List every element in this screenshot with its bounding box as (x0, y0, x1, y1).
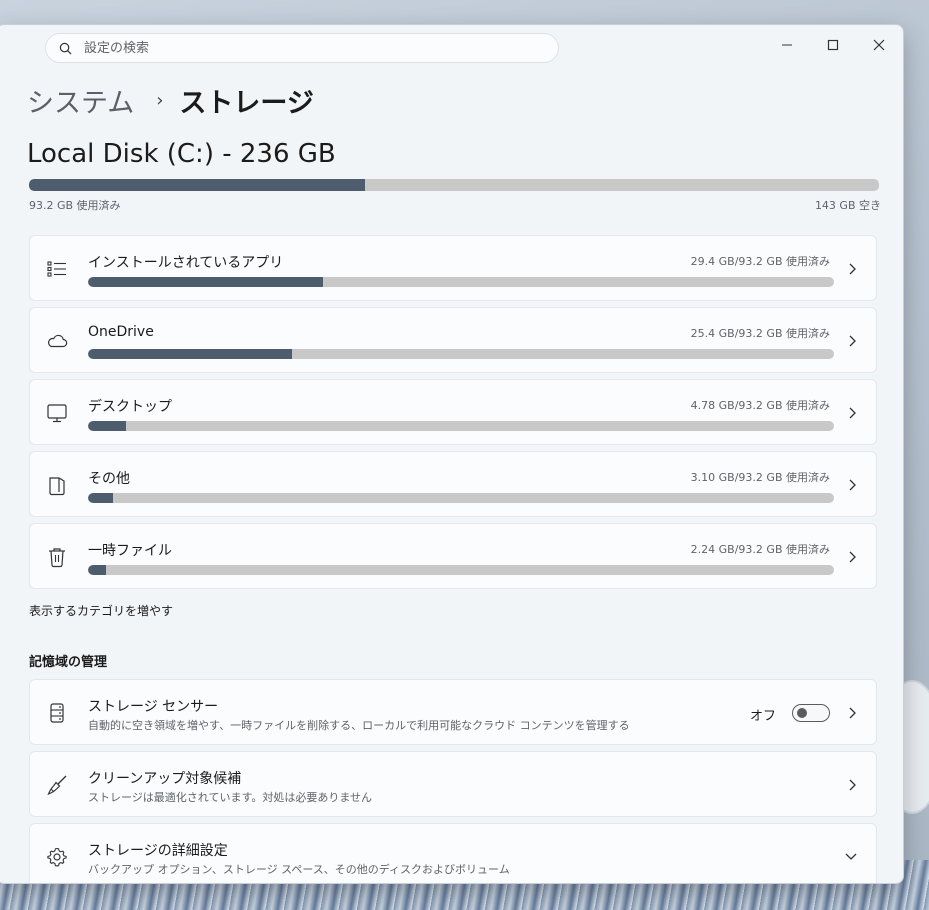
category-usage-bar-fill (88, 277, 323, 287)
search-box[interactable] (45, 33, 559, 63)
item-title: クリーンアップ対象候補 (88, 771, 242, 787)
advanced-storage-settings-item[interactable]: ストレージの詳細設定 バックアップ オプション、ストレージ スペース、その他のデ… (29, 823, 877, 883)
category-installed-apps[interactable]: インストールされているアプリ 29.4 GB/93.2 GB 使用済み (29, 235, 877, 301)
category-usage-bar (88, 421, 834, 431)
category-amount: 25.4 GB/93.2 GB 使用済み (690, 327, 830, 340)
chevron-right-icon (849, 263, 856, 275)
category-usage-bar-fill (88, 565, 106, 575)
item-title: ストレージ センサー (88, 699, 219, 715)
chevron-right-icon (849, 779, 856, 791)
category-title: その他 (88, 471, 130, 487)
category-temp-files[interactable]: 一時ファイル 2.24 GB/93.2 GB 使用済み (29, 523, 877, 589)
chevron-down-icon (845, 853, 857, 860)
broom-icon (47, 775, 67, 796)
category-usage-bar (88, 277, 834, 287)
chevron-right-icon (849, 479, 856, 491)
chevron-right-icon (849, 335, 856, 347)
category-title: OneDrive (88, 324, 154, 340)
storage-sense-toggle[interactable] (792, 704, 830, 722)
category-usage-bar (88, 349, 834, 359)
section-title: 記憶域の管理 (29, 655, 108, 670)
category-amount: 29.4 GB/93.2 GB 使用済み (690, 255, 830, 268)
disk-free-label: 143 GB 空き (814, 199, 881, 212)
search-input[interactable] (82, 39, 486, 57)
breadcrumb-separator: › (156, 90, 164, 111)
item-description: ストレージは最適化されています。対処は必要ありません (88, 791, 373, 804)
chevron-right-icon (849, 551, 856, 563)
settings-window: システム › ストレージ Local Disk (C:) - 236 GB 93… (0, 24, 904, 884)
minimize-icon (782, 44, 792, 46)
category-amount: 3.10 GB/93.2 GB 使用済み (690, 471, 830, 484)
category-other[interactable]: その他 3.10 GB/93.2 GB 使用済み (29, 451, 877, 517)
category-usage-bar-fill (88, 421, 127, 431)
item-title: ストレージの詳細設定 (88, 843, 228, 859)
toggle-state-label: オフ (749, 709, 776, 724)
disk-used-label: 93.2 GB 使用済み (29, 199, 121, 212)
category-title: デスクトップ (88, 399, 172, 415)
maximize-button[interactable] (813, 31, 853, 59)
category-amount: 4.78 GB/93.2 GB 使用済み (690, 399, 830, 412)
category-desktop[interactable]: デスクトップ 4.78 GB/93.2 GB 使用済み (29, 379, 877, 445)
breadcrumb-parent[interactable]: システム (27, 81, 134, 120)
category-usage-bar (88, 565, 834, 575)
category-title: インストールされているアプリ (88, 255, 284, 271)
list-icon (47, 261, 66, 277)
disk-usage-bar-fill (29, 179, 365, 191)
page-title: ストレージ (179, 88, 314, 119)
gear-icon (47, 847, 67, 867)
item-description: バックアップ オプション、ストレージ スペース、その他のディスクおよびボリューム (88, 863, 510, 876)
category-usage-bar (88, 493, 834, 503)
document-icon (49, 477, 65, 496)
minimize-button[interactable] (767, 31, 807, 59)
show-more-categories-link[interactable]: 表示するカテゴリを増やす (29, 602, 173, 619)
maximize-icon (827, 39, 839, 51)
toggle-knob (797, 708, 807, 718)
monitor-icon (47, 404, 67, 423)
chevron-right-icon (849, 407, 856, 419)
trash-icon (49, 548, 65, 568)
item-description: 自動的に空き領域を増やす、一時ファイルを削除する、ローカルで利用可能なクラウド … (88, 719, 630, 732)
category-amount: 2.24 GB/93.2 GB 使用済み (690, 543, 830, 556)
close-button[interactable] (859, 31, 899, 59)
cloud-icon (47, 334, 68, 348)
cleanup-recommendations-item[interactable]: クリーンアップ対象候補 ストレージは最適化されています。対処は必要ありません (29, 751, 877, 817)
search-icon (59, 42, 72, 54)
storage-sense-item[interactable]: ストレージ センサー 自動的に空き領域を増やす、一時ファイルを削除する、ローカル… (29, 679, 877, 745)
category-usage-bar-fill (88, 349, 292, 359)
category-title: 一時ファイル (88, 543, 172, 559)
category-usage-bar-fill (88, 493, 113, 503)
drive-icon (50, 703, 64, 723)
category-onedrive[interactable]: OneDrive 25.4 GB/93.2 GB 使用済み (29, 307, 877, 373)
close-icon (873, 39, 885, 51)
disk-usage-bar (29, 179, 879, 191)
chevron-right-icon (849, 707, 856, 719)
disk-title: Local Disk (C:) - 236 GB (27, 139, 336, 169)
breadcrumb: システム › ストレージ (27, 81, 314, 120)
